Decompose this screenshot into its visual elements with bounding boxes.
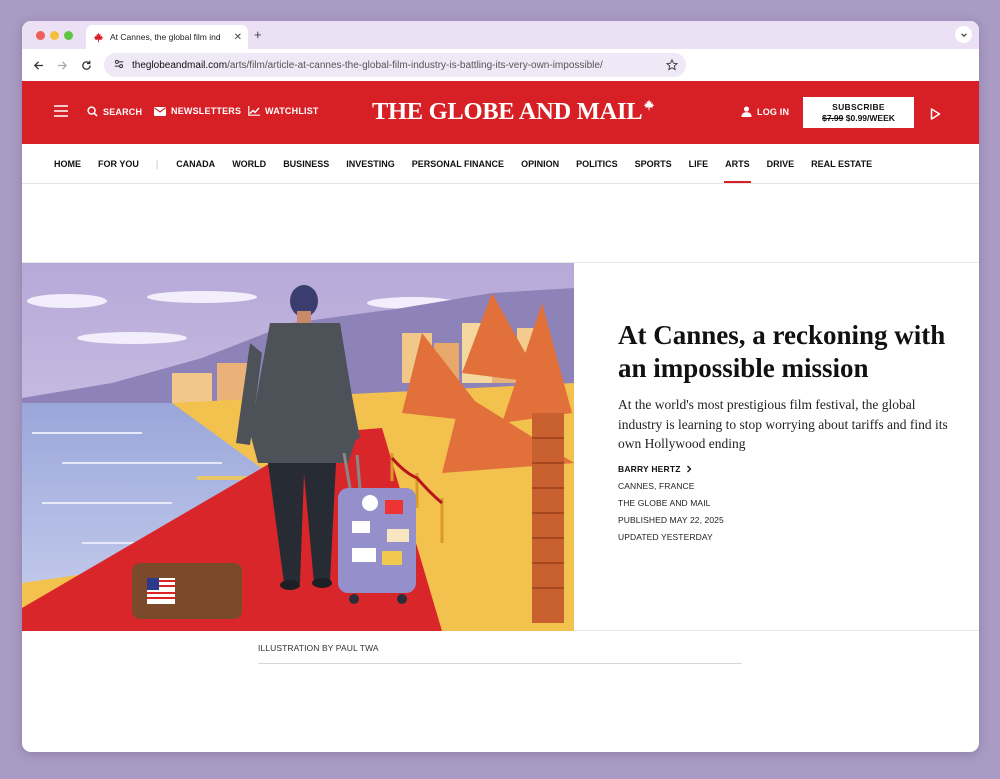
- user-icon: [741, 106, 752, 117]
- nav-separator: |: [155, 159, 159, 169]
- url-path: /arts/film/article-at-cannes-the-global-…: [227, 59, 603, 71]
- tab-title: At Cannes, the global film ind: [110, 32, 221, 42]
- newsletters-button[interactable]: NEWSLETTERS: [154, 106, 241, 116]
- nav-item-world[interactable]: WORLD: [232, 144, 266, 184]
- forward-arrow-icon[interactable]: [54, 57, 70, 73]
- nav-item-business[interactable]: BUSINESS: [283, 144, 329, 184]
- minimize-window-button[interactable]: [50, 31, 59, 40]
- subscribe-button[interactable]: SUBSCRIBE $7.99 $0.99/WEEK: [803, 97, 914, 128]
- chevron-right-icon: [686, 465, 692, 472]
- article-updated-date: UPDATED YESTERDAY: [618, 531, 713, 542]
- subscribe-new-price: $0.99/WEEK: [845, 113, 895, 123]
- play-icon[interactable]: [930, 107, 941, 125]
- article-published-date: PUBLISHED MAY 22, 2025: [618, 514, 724, 525]
- nav-item-arts[interactable]: ARTS: [724, 144, 751, 184]
- address-bar[interactable]: theglobeandmail.com/arts/film/article-at…: [104, 53, 686, 77]
- section-nav: HOME FOR YOU | CANADA WORLD BUSINESS INV…: [22, 144, 979, 184]
- hamburger-menu-icon[interactable]: [54, 105, 73, 117]
- article-publication: THE GLOBE AND MAIL: [618, 497, 711, 508]
- maple-leaf-icon: [92, 31, 104, 43]
- bookmark-star-icon[interactable]: [665, 58, 679, 76]
- browser-window: At Cannes, the global film ind ✕ + thegl…: [22, 21, 979, 752]
- new-tab-icon[interactable]: +: [254, 27, 262, 42]
- nav-item-real-estate[interactable]: REAL ESTATE: [811, 144, 872, 184]
- illustration-caption: ILLUSTRATION BY PAUL TWA: [258, 643, 742, 664]
- search-label: SEARCH: [103, 106, 143, 117]
- url-text: theglobeandmail.com/arts/film/article-at…: [132, 60, 603, 71]
- watchlist-button[interactable]: WATCHLIST: [248, 106, 319, 116]
- maximize-window-button[interactable]: [64, 31, 73, 40]
- hero-illustration[interactable]: [22, 263, 574, 631]
- nav-item-investing[interactable]: INVESTING: [346, 144, 395, 184]
- watchlist-label: WATCHLIST: [265, 106, 319, 116]
- nav-item-drive[interactable]: DRIVE: [767, 144, 795, 184]
- article-dek: At the world's most prestigious film fes…: [618, 397, 948, 451]
- nav-item-sports[interactable]: SPORTS: [635, 144, 672, 184]
- author-name: BARRY HERTZ: [618, 463, 681, 474]
- nav-item-home[interactable]: HOME: [54, 144, 81, 184]
- login-button[interactable]: LOG IN: [741, 106, 789, 117]
- site-settings-icon[interactable]: [114, 56, 124, 74]
- subscribe-old-price: $7.99: [822, 113, 844, 123]
- nav-item-politics[interactable]: POLITICS: [576, 144, 618, 184]
- article-hero: At Cannes, a reckoning with an impossibl…: [22, 263, 979, 631]
- login-label: LOG IN: [757, 106, 790, 117]
- article-headline: At Cannes, a reckoning with an impossibl…: [618, 320, 946, 383]
- back-arrow-icon[interactable]: [30, 57, 46, 73]
- newsletters-label: NEWSLETTERS: [171, 106, 242, 116]
- tab-search-chevron-icon[interactable]: [955, 26, 972, 43]
- reload-icon[interactable]: [78, 57, 94, 73]
- tab-strip: At Cannes, the global film ind ✕ +: [22, 21, 979, 49]
- author-link[interactable]: BARRY HERTZ: [618, 464, 948, 474]
- nav-item-canada[interactable]: CANADA: [176, 144, 215, 184]
- logo-text: THE GLOBE AND MAIL: [372, 98, 643, 125]
- browser-toolbar: theglobeandmail.com/arts/film/article-at…: [22, 49, 979, 81]
- nav-item-life[interactable]: LIFE: [689, 144, 709, 184]
- nav-item-for-you[interactable]: FOR YOU: [98, 144, 139, 184]
- nav-item-personal-finance[interactable]: PERSONAL FINANCE: [412, 144, 504, 184]
- ad-space: [22, 185, 979, 263]
- caption-text: ILLUSTRATION BY PAUL TWA: [258, 643, 379, 653]
- close-window-button[interactable]: [36, 31, 45, 40]
- site-logo[interactable]: THE GLOBE AND MAIL: [372, 98, 655, 126]
- envelope-icon: [154, 106, 166, 116]
- article-location: CANNES, FRANCE: [618, 480, 695, 491]
- nav-item-opinion[interactable]: OPINION: [521, 144, 559, 184]
- close-tab-icon[interactable]: ✕: [234, 32, 242, 43]
- subscribe-price: $7.99 $0.99/WEEK: [803, 113, 914, 123]
- url-host: theglobeandmail.com: [132, 59, 228, 71]
- search-button[interactable]: SEARCH: [87, 106, 142, 117]
- logo-maple-leaf-icon: [643, 99, 655, 111]
- site-header: SEARCH NEWSLETTERS WATCHLIST THE GLOBE A…: [22, 81, 979, 144]
- subscribe-title: SUBSCRIBE: [832, 102, 885, 112]
- chart-line-icon: [248, 106, 260, 116]
- search-icon: [87, 106, 98, 117]
- article-header: At Cannes, a reckoning with an impossibl…: [618, 319, 948, 542]
- browser-tab[interactable]: At Cannes, the global film ind ✕: [86, 25, 248, 49]
